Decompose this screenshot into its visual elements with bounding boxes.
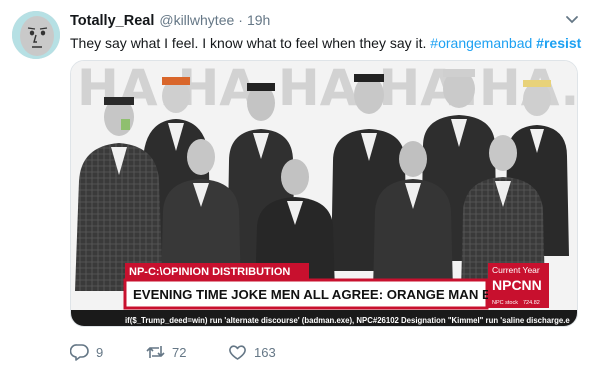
reply-button[interactable]: 9 xyxy=(70,340,146,364)
tweet-actions: 9 72 163 xyxy=(70,340,318,364)
user-handle[interactable]: @killwhytee xyxy=(159,12,234,28)
badge-stock-label: NPC stock xyxy=(492,300,518,306)
npc-face-avatar-icon xyxy=(12,11,60,59)
tweet-text: They say what I feel. I know what to fee… xyxy=(70,34,585,53)
more-options-chevron-down-icon[interactable] xyxy=(565,14,579,26)
user-avatar[interactable] xyxy=(12,11,60,59)
badge-logo-text: NPCNN xyxy=(492,277,542,293)
tweet-image[interactable]: HA.HA.HA.HA.HA.HA. xyxy=(70,60,578,327)
retweet-button[interactable]: 72 xyxy=(146,340,228,364)
npcnn-badge: Current Year NPCNN NPC stock 724.82 xyxy=(488,263,549,308)
separator-dot: · xyxy=(238,12,243,28)
like-button[interactable]: 163 xyxy=(228,340,318,364)
tweet-header: Totally_Real @killwhytee · 19h xyxy=(70,12,270,32)
reply-count: 9 xyxy=(96,344,104,360)
reply-icon xyxy=(70,344,89,361)
crawl-text: if($_Trump_deed=win) run 'alternate disc… xyxy=(125,316,570,325)
badge-stock-value: 724.82 xyxy=(523,300,540,306)
ticker-label-text: NP-C:\OPINION DISTRIBUTION xyxy=(129,266,290,278)
meme-image-canvas: HA.HA.HA.HA.HA.HA. xyxy=(71,61,578,326)
hashtag-link-resist[interactable]: #resist xyxy=(536,35,581,51)
ha-ha-background-text: HA.HA.HA.HA.HA.HA. xyxy=(77,61,578,117)
retweet-icon xyxy=(146,346,165,358)
display-name[interactable]: Totally_Real xyxy=(70,13,154,29)
hashtag-link-orangemanbad[interactable]: #orangemanbad xyxy=(430,35,532,51)
tweet-text-body: They say what I feel. I know what to fee… xyxy=(70,35,431,51)
heart-icon xyxy=(229,345,246,360)
retweet-count: 72 xyxy=(172,344,187,360)
headline-text: EVENING TIME JOKE MEN ALL AGREE: ORANGE … xyxy=(133,287,511,302)
badge-current-year-text: Current Year xyxy=(492,265,540,275)
like-count: 163 xyxy=(254,344,276,360)
tweet-timestamp[interactable]: 19h xyxy=(247,12,270,28)
tweet-card[interactable]: Totally_Real @killwhytee · 19h They say … xyxy=(0,0,589,371)
